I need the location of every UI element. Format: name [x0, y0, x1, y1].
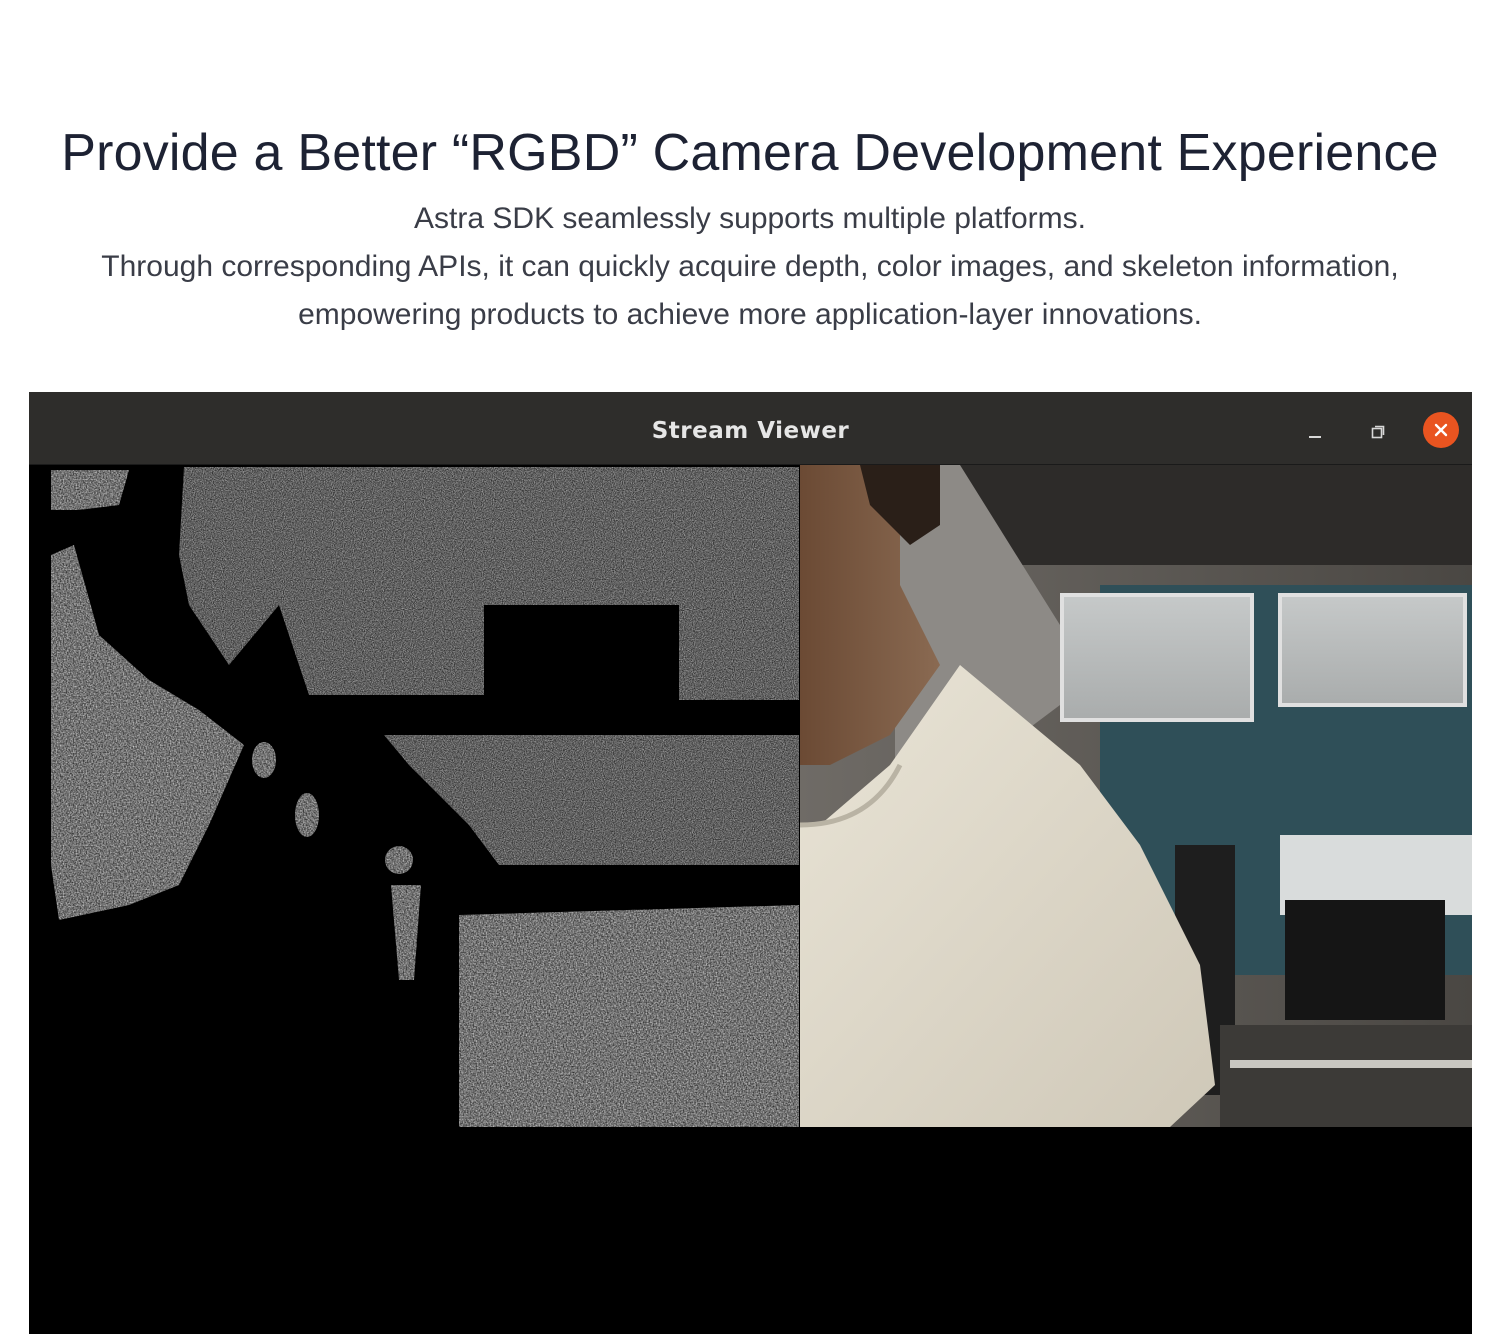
subtitle-line-1: Astra SDK seamlessly supports multiple p… — [414, 202, 1086, 235]
minimize-button[interactable] — [1297, 414, 1333, 450]
close-button[interactable] — [1423, 412, 1459, 448]
color-stream — [800, 465, 1472, 1127]
window-title: Stream Viewer — [651, 418, 850, 444]
depth-stream — [29, 465, 799, 1127]
depth-image — [29, 465, 799, 1127]
window-titlebar[interactable]: Stream Viewer — [29, 392, 1472, 465]
page-headline: Provide a Better “RGBD” Camera Developme… — [61, 124, 1439, 182]
stream-viewer-window: Stream Viewer — [29, 392, 1472, 1334]
subtitle-line-2: Through corresponding APIs, it can quick… — [101, 250, 1399, 283]
maximize-icon — [1371, 425, 1385, 439]
color-image — [800, 465, 1472, 1127]
close-icon — [1434, 423, 1448, 437]
minimize-icon — [1309, 436, 1321, 438]
subtitle-line-3: empowering products to achieve more appl… — [298, 298, 1202, 331]
maximize-button[interactable] — [1360, 414, 1396, 450]
